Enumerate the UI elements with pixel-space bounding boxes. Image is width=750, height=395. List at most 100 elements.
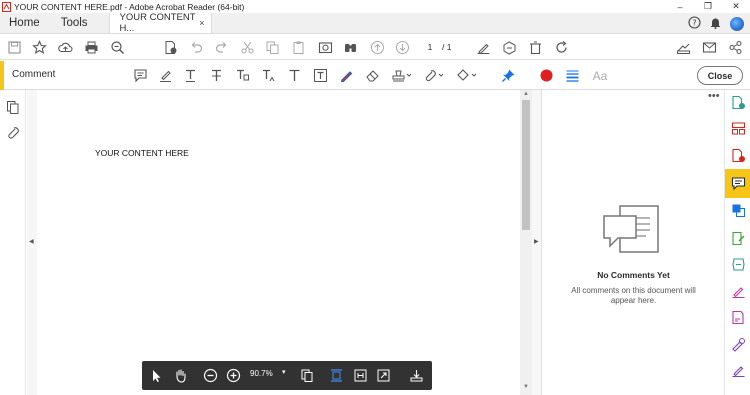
page-view-icon[interactable] [299,367,316,384]
find-binoculars-icon[interactable] [342,39,359,56]
tab-document-label: YOUR CONTENT H... [119,12,196,34]
page-thumbnails-icon[interactable] [6,100,20,114]
minimize-button[interactable]: – [666,0,694,13]
copy-icon[interactable] [264,39,281,56]
request-signatures-icon[interactable] [730,309,746,325]
comment-accent-bar [0,61,4,90]
hand-tool-icon[interactable] [172,367,189,384]
comment-toolbar: Comment Aa Close [0,61,750,90]
page-number-input[interactable]: 1 [420,41,440,54]
close-comment-button[interactable]: Close [697,66,743,85]
document-viewer: YOUR CONTENT HERE ▲ ▼ [37,90,532,395]
svg-text:?: ? [692,18,696,27]
bookmark-star-icon[interactable] [31,39,48,56]
zoom-level[interactable]: 90.7% [250,369,273,378]
scroll-down-icon[interactable]: ▼ [523,384,529,390]
edit-pdf-icon[interactable] [730,230,746,246]
create-pdf-icon[interactable] [730,147,746,163]
stamp-icon[interactable] [390,67,414,84]
zoom-search-icon[interactable] [109,39,126,56]
comments-panel: ••• No Comments Yet All comments on this… [543,90,724,395]
paste-icon[interactable] [290,39,307,56]
page-total: / 1 [442,42,452,52]
upload-icon[interactable] [57,39,74,56]
mail-icon[interactable] [701,39,718,56]
draw-pencil-icon[interactable] [338,67,355,84]
undo-icon[interactable] [188,39,205,56]
text-size-icon[interactable]: Aa [590,67,610,84]
scroll-thumb[interactable] [522,100,530,230]
sticky-note-icon[interactable] [132,67,149,84]
tab-document[interactable]: YOUR CONTENT H... × [108,12,212,34]
enhance-scans-icon[interactable] [730,256,746,272]
delete-icon[interactable] [527,39,544,56]
notification-bell-icon[interactable] [709,16,722,32]
organize-pages-icon[interactable] [730,120,746,136]
zoom-in-icon[interactable] [225,367,242,384]
right-panel-toggle[interactable]: ▶ [532,90,542,395]
line-thickness-icon[interactable] [564,67,581,84]
collapse-right-icon: ▶ [534,239,539,245]
share-link-icon[interactable] [727,39,744,56]
attach-file-icon[interactable] [422,67,446,84]
sign-pen-icon[interactable] [475,39,492,56]
fit-page-icon[interactable] [328,367,345,384]
select-cursor-icon[interactable] [148,367,165,384]
pin-icon[interactable] [500,67,517,84]
right-tool-rail [724,90,750,395]
more-options-icon[interactable]: ••• [708,90,720,102]
sign-tray-icon[interactable] [675,39,692,56]
protect-doc-icon[interactable] [162,39,179,56]
print-icon[interactable] [83,39,100,56]
add-text-icon[interactable] [286,67,303,84]
eraser-icon[interactable] [364,67,381,84]
zoom-out-icon[interactable] [202,367,219,384]
scroll-up-icon[interactable]: ▲ [523,91,529,97]
close-window-button[interactable]: ✕ [722,0,750,13]
tab-bar: Home Tools YOUR CONTENT H... × ? [0,12,750,34]
insert-text-icon[interactable] [260,67,277,84]
attachments-icon[interactable] [6,126,20,140]
color-picker-icon[interactable] [538,67,555,84]
help-icon[interactable]: ? [688,15,701,32]
page-down-icon[interactable] [394,39,411,56]
certificates-icon[interactable] [730,362,746,378]
tab-home[interactable]: Home [0,13,49,33]
tab-tools[interactable]: Tools [49,13,97,33]
rotate-icon[interactable] [553,39,570,56]
text-box-icon[interactable] [312,67,329,84]
redo-icon[interactable] [213,39,230,56]
send-for-review-icon[interactable] [730,336,746,352]
comment-tool-icon[interactable] [730,175,746,191]
left-panel-toggle[interactable]: ◀ [27,90,37,395]
fit-width-icon[interactable] [352,367,369,384]
fill-sign-icon[interactable] [501,39,518,56]
save-icon[interactable] [6,39,23,56]
page-text: YOUR CONTENT HERE [95,148,189,158]
replace-text-icon[interactable] [234,67,251,84]
zoom-dropdown-icon[interactable]: ▾ [282,368,286,376]
close-tab-icon[interactable]: × [199,18,204,28]
shapes-icon[interactable] [455,67,479,84]
user-avatar[interactable] [730,16,744,31]
highlight-icon[interactable] [157,67,174,84]
no-comments-illustration-icon [602,204,660,254]
full-screen-icon[interactable] [375,367,392,384]
collapse-left-icon: ◀ [29,239,34,245]
strikethrough-text-icon[interactable] [208,67,225,84]
vertical-scrollbar[interactable]: ▲ ▼ [520,90,532,395]
page-up-icon[interactable] [369,39,386,56]
no-comments-description: All comments on this document will appea… [571,286,696,305]
window-title: YOUR CONTENT HERE.pdf - Adobe Acrobat Re… [14,1,245,12]
underline-text-icon[interactable] [182,67,199,84]
cut-icon[interactable] [239,39,256,56]
floating-toolbar: 90.7% ▾ [142,361,432,390]
left-nav-rail [0,90,26,395]
restore-button[interactable]: ❐ [694,0,722,13]
export-pdf-icon[interactable] [730,94,746,110]
snapshot-icon[interactable] [317,39,334,56]
pdf-page: YOUR CONTENT HERE [37,90,520,395]
combine-files-icon[interactable] [730,202,746,218]
fill-and-sign-icon[interactable] [730,283,746,299]
download-tray-icon[interactable] [408,367,425,384]
